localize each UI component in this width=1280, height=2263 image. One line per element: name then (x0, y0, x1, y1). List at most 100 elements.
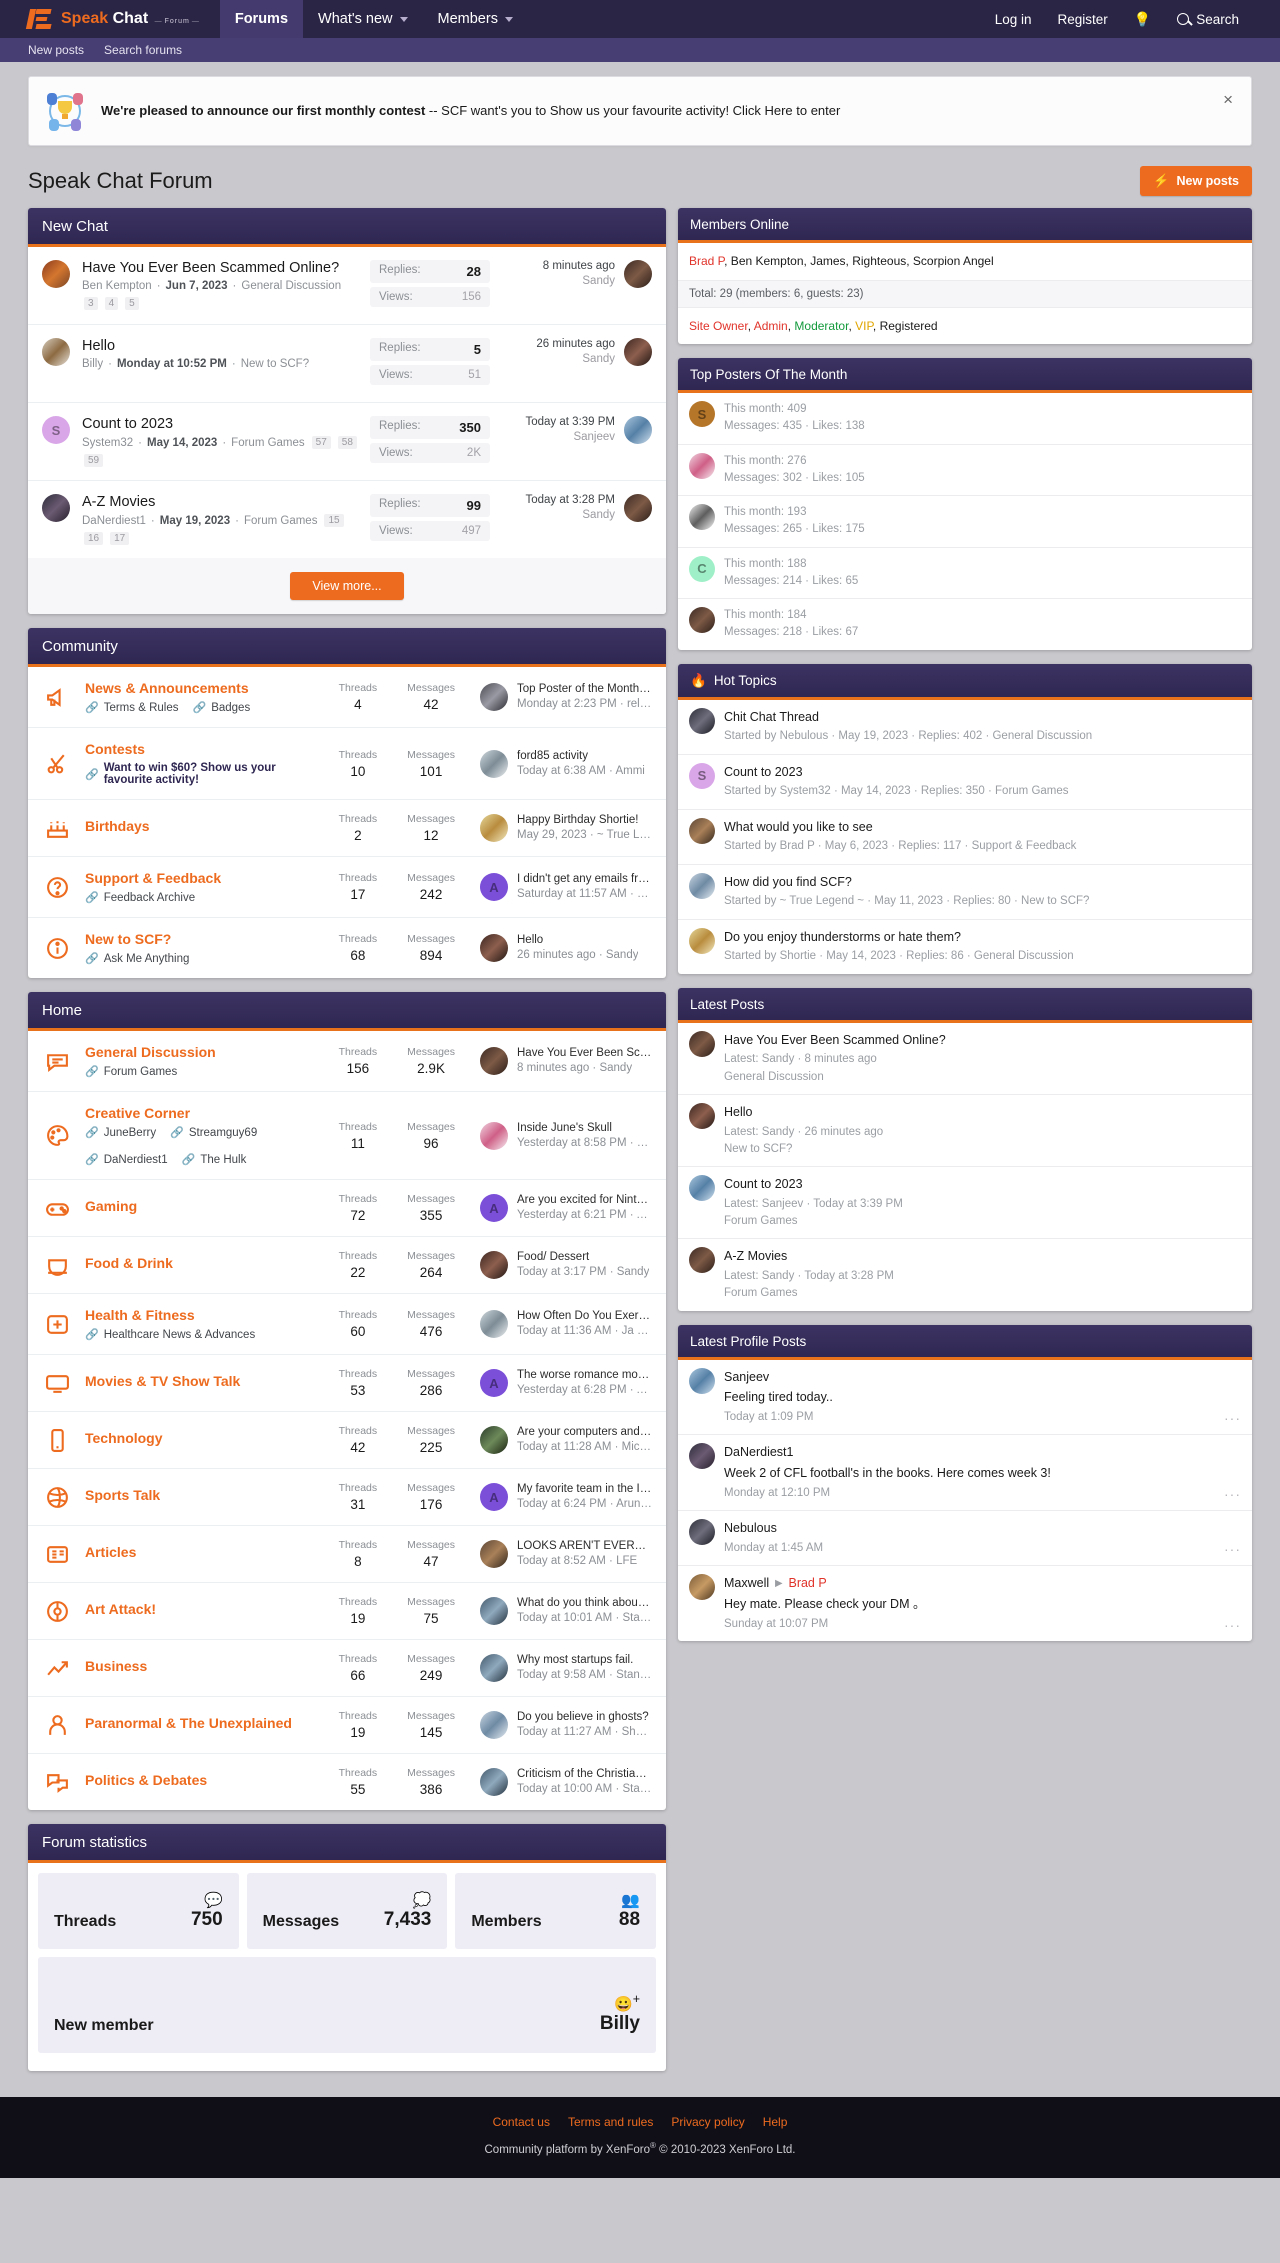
thread-row[interactable]: Hello Billy · Monday at 10:52 PM · New to … (28, 325, 666, 403)
latest-post-row[interactable]: Hello Latest: Sandy · 26 minutes ago New… (678, 1095, 1252, 1168)
hot-topic-row[interactable]: What would you like to see Started by Br… (678, 810, 1252, 865)
user-group-name[interactable]: , Registered (873, 319, 938, 333)
latest-post-row[interactable]: Count to 2023 Latest: Sanjeev · Today at… (678, 1167, 1252, 1240)
latest-post-forum[interactable]: Forum Games (724, 1213, 903, 1230)
latest-post-title[interactable]: Count to 2023 (724, 1175, 903, 1194)
last-post-time[interactable]: Today at 3:39 PM (526, 416, 616, 428)
last-post-time[interactable]: 26 minutes ago (536, 338, 615, 350)
user-group-name[interactable]: VIP (855, 319, 873, 333)
last-post-title[interactable]: Inside June's Skull (517, 1122, 652, 1134)
last-post-title[interactable]: How Often Do You Exercise? (517, 1310, 652, 1322)
last-post-time[interactable]: Today at 3:28 PM (526, 494, 616, 506)
site-logo[interactable]: Speak Chat Forum (25, 0, 220, 38)
top-poster-row[interactable]: This month: 193 Messages: 265 · Likes: 1… (678, 496, 1252, 548)
profile-post-row[interactable]: DaNerdiest1 Week 2 of CFL football's in … (678, 1435, 1252, 1512)
forum-sublink[interactable]: 🔗 Want to win $60? Show us your favourite… (85, 762, 326, 786)
last-post-title[interactable]: Happy Birthday Shortie! (517, 814, 652, 826)
thread-forum[interactable]: General Discussion (241, 280, 341, 292)
hot-topic-row[interactable]: S Count to 2023 Started by System32 · Ma… (678, 755, 1252, 810)
forum-node-row[interactable]: Articles Threads 8 Messages 47 LOOKS AREN'… (28, 1526, 666, 1583)
thread-author[interactable]: Billy (82, 358, 103, 370)
last-post-title[interactable]: I didn't get any emails from the forum (517, 873, 652, 885)
thread-title[interactable]: Have You Ever Been Scammed Online? (82, 260, 358, 276)
hot-topic-row[interactable]: Chit Chat Thread Started by Nebulous · M… (678, 700, 1252, 755)
forum-sublink[interactable]: 🔗 Forum Games (85, 1065, 177, 1079)
latest-post-row[interactable]: Have You Ever Been Scammed Online? Lates… (678, 1023, 1252, 1095)
forum-node-title[interactable]: New to SCF? (85, 931, 326, 947)
thread-page-badge[interactable]: 17 (110, 532, 130, 545)
top-poster-row[interactable]: This month: 276 Messages: 302 · Likes: 1… (678, 445, 1252, 497)
close-icon[interactable]: × (1221, 91, 1235, 108)
forum-node-row[interactable]: Support & Feedback 🔗 Feedback Archive Thr… (28, 857, 666, 918)
forum-node-row[interactable]: Creative Corner 🔗 JuneBerry 🔗 Streamguy69 🔗 D… (28, 1092, 666, 1180)
forum-node-row[interactable]: News & Announcements 🔗 Terms & Rules 🔗 Badg… (28, 667, 666, 728)
latest-post-title[interactable]: Hello (724, 1103, 883, 1122)
forum-node-title[interactable]: Politics & Debates (85, 1772, 326, 1788)
last-post-user[interactable]: Sandy (536, 353, 615, 365)
thread-row[interactable]: Have You Ever Been Scammed Online? Ben K… (28, 247, 666, 325)
thread-author[interactable]: System32 (82, 437, 133, 449)
forum-node-row[interactable]: Sports Talk Threads 31 Messages 176 A My f… (28, 1469, 666, 1526)
latest-post-row[interactable]: A-Z Movies Latest: Sandy · Today at 3:28… (678, 1239, 1252, 1310)
forum-node-title[interactable]: Business (85, 1658, 326, 1674)
profile-post-row[interactable]: Sanjeev Feeling tired today.. Today at 1… (678, 1360, 1252, 1436)
forum-node-title[interactable]: Articles (85, 1544, 326, 1560)
user-group-name[interactable]: Site Owner (689, 319, 748, 333)
forum-node-title[interactable]: Technology (85, 1430, 326, 1446)
online-member-name[interactable]: , Ben Kempton, James, Righteous, Scorpio… (724, 254, 994, 268)
forum-node-row[interactable]: Business Threads 66 Messages 249 Why most … (28, 1640, 666, 1697)
thread-row[interactable]: S Count to 2023 System32 · May 14, 2023 · … (28, 403, 666, 481)
forum-node-row[interactable]: Technology Threads 42 Messages 225 Are you… (28, 1412, 666, 1469)
hot-topic-title[interactable]: Do you enjoy thunderstorms or hate them? (724, 928, 1074, 947)
last-post-title[interactable]: My favorite team in the Italian Soc... (517, 1483, 652, 1495)
forum-sublink[interactable]: 🔗 Badges (192, 701, 250, 715)
footer-link[interactable]: Privacy policy (671, 2115, 744, 2129)
forum-sublink[interactable]: 🔗 JuneBerry (85, 1126, 156, 1140)
hot-topic-title[interactable]: How did you find SCF? (724, 873, 1089, 892)
more-options-icon[interactable]: ··· (1224, 1541, 1241, 1557)
forum-node-row[interactable]: Art Attack! Threads 19 Messages 75 What do… (28, 1583, 666, 1640)
forum-node-row[interactable]: Food & Drink Threads 22 Messages 264 Food/… (28, 1237, 666, 1294)
forum-node-row[interactable]: Gaming Threads 72 Messages 355 A Are you e… (28, 1180, 666, 1237)
footer-link[interactable]: Help (763, 2115, 788, 2129)
forum-node-title[interactable]: News & Announcements (85, 680, 326, 696)
forum-node-title[interactable]: Paranormal & The Unexplained (85, 1715, 326, 1731)
user-group-name[interactable]: Admin (754, 319, 788, 333)
forum-node-row[interactable]: General Discussion 🔗 Forum Games Threads 1… (28, 1031, 666, 1092)
thread-forum[interactable]: New to SCF? (241, 358, 309, 370)
thread-page-badge[interactable]: 16 (84, 532, 104, 545)
new-posts-button[interactable]: ⚡ New posts (1140, 166, 1252, 196)
last-post-title[interactable]: LOOKS AREN'T EVERYTHING (517, 1540, 652, 1552)
forum-node-title[interactable]: Health & Fitness (85, 1307, 326, 1323)
last-post-title[interactable]: Do you believe in ghosts? (517, 1711, 652, 1723)
thread-author[interactable]: Ben Kempton (82, 280, 152, 292)
thread-forum[interactable]: Forum Games (231, 437, 305, 449)
forum-sublink[interactable]: 🔗 Terms & Rules (85, 701, 178, 715)
last-post-user[interactable]: Sandy (526, 509, 615, 521)
forum-node-row[interactable]: New to SCF? 🔗 Ask Me Anything Threads 68 M… (28, 918, 666, 978)
latest-post-title[interactable]: Have You Ever Been Scammed Online? (724, 1031, 946, 1050)
forum-node-row[interactable]: Birthdays Threads 2 Messages 12 Happy Birt… (28, 800, 666, 857)
footer-link[interactable]: Contact us (493, 2115, 550, 2129)
hot-topic-title[interactable]: Count to 2023 (724, 763, 1069, 782)
last-post-title[interactable]: Hello (517, 934, 638, 946)
thread-page-badge[interactable]: 3 (84, 297, 98, 310)
forum-node-title[interactable]: Art Attack! (85, 1601, 326, 1617)
thread-forum[interactable]: Forum Games (244, 515, 318, 527)
forum-node-row[interactable]: Contests 🔗 Want to win $60? Show us your … (28, 728, 666, 800)
profile-post-user[interactable]: DaNerdiest1 (724, 1443, 1051, 1462)
hot-topic-row[interactable]: How did you find SCF? Started by ~ True … (678, 865, 1252, 920)
view-more-button[interactable]: View more... (290, 572, 404, 600)
forum-node-title[interactable]: General Discussion (85, 1044, 326, 1060)
nav-item-whats-new[interactable]: What's new (303, 0, 423, 38)
thread-page-badge[interactable]: 58 (337, 436, 357, 449)
last-post-title[interactable]: Food/ Dessert (517, 1251, 649, 1263)
forum-node-title[interactable]: Sports Talk (85, 1487, 326, 1503)
forum-sublink[interactable]: 🔗 Healthcare News & Advances (85, 1328, 255, 1342)
user-group-name[interactable]: Moderator (794, 319, 848, 333)
thread-title[interactable]: Count to 2023 (82, 416, 358, 432)
hot-topic-row[interactable]: Do you enjoy thunderstorms or hate them?… (678, 920, 1252, 974)
forum-sublink[interactable]: 🔗 Streamguy69 (170, 1126, 257, 1140)
nav-item-forums[interactable]: Forums (219, 0, 304, 38)
thread-page-badge[interactable]: 59 (84, 454, 104, 467)
